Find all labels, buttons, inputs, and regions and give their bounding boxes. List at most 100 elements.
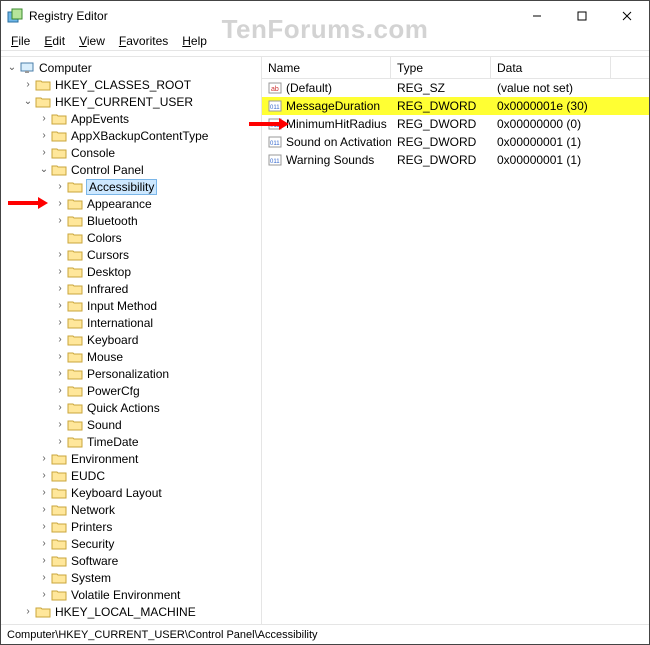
chevron-right-icon[interactable]: › [37,130,51,141]
tree-item-input-method[interactable]: ›Input Method [1,297,261,314]
maximize-button[interactable] [559,1,604,31]
chevron-right-icon[interactable]: › [21,79,35,90]
tree-item-powercfg[interactable]: ›PowerCfg [1,382,261,399]
list-rows: ab(Default)REG_SZ(value not set)011Messa… [262,79,649,169]
tree-item-system[interactable]: › System [1,569,261,586]
tree-item-keyboard-layout[interactable]: ›Keyboard Layout [1,484,261,501]
tree-item-desktop[interactable]: ›Desktop [1,263,261,280]
statusbar: Computer\HKEY_CURRENT_USER\Control Panel… [1,624,649,644]
chevron-right-icon[interactable]: › [53,402,67,413]
chevron-right-icon[interactable]: › [53,249,67,260]
chevron-right-icon[interactable]: › [53,198,67,209]
column-data[interactable]: Data [491,57,611,78]
column-type[interactable]: Type [391,57,491,78]
tree-item-colors[interactable]: Colors [1,229,261,246]
chevron-right-icon[interactable]: › [53,351,67,362]
chevron-right-icon[interactable]: › [53,181,67,192]
menu-favorites[interactable]: Favorites [113,33,174,49]
chevron-right-icon[interactable]: › [53,419,67,430]
tree-label: Quick Actions [86,401,161,415]
window-controls [514,1,649,31]
tree-item-hkey-classes-root[interactable]: ›HKEY_CLASSES_ROOT [1,76,261,93]
value-name: MinimumHitRadius [286,117,387,131]
chevron-down-icon[interactable]: ⌄ [21,96,35,107]
menu-file[interactable]: File [5,33,36,49]
chevron-right-icon[interactable]: › [37,572,51,583]
tree-item-hkey-current-user[interactable]: ⌄HKEY_CURRENT_USER [1,93,261,110]
chevron-right-icon[interactable]: › [37,487,51,498]
titlebar[interactable]: Registry Editor [1,1,649,31]
tree-item-environment[interactable]: ›Environment [1,450,261,467]
tree-label: Mouse [86,350,124,364]
menu-help[interactable]: Help [176,33,213,49]
value-data: 0x00000001 (1) [491,135,611,149]
value-row-messageduration[interactable]: 011MessageDurationREG_DWORD0x0000001e (3… [262,97,649,115]
column-name[interactable]: Name [262,57,391,78]
tree-label: Bluetooth [86,214,139,228]
tree-item-quick-actions[interactable]: › Quick Actions [1,399,261,416]
chevron-right-icon[interactable]: › [53,266,67,277]
chevron-right-icon[interactable]: › [37,470,51,481]
registry-editor-window: Registry Editor FileEditViewFavoritesHel… [0,0,650,645]
chevron-right-icon[interactable]: › [37,504,51,515]
tree-label: TimeDate [86,435,140,449]
chevron-right-icon[interactable]: › [37,521,51,532]
tree-item-mouse[interactable]: › Mouse [1,348,261,365]
tree-item-control-panel[interactable]: ⌄Control Panel [1,161,261,178]
menu-edit[interactable]: Edit [38,33,71,49]
tree-item-security[interactable]: ›Security [1,535,261,552]
chevron-right-icon[interactable]: › [37,453,51,464]
tree-item-sound[interactable]: ›Sound [1,416,261,433]
menu-view[interactable]: View [73,33,111,49]
chevron-right-icon[interactable]: › [37,589,51,600]
chevron-right-icon[interactable]: › [21,606,35,617]
tree-label: EUDC [70,469,106,483]
chevron-right-icon[interactable]: › [37,113,51,124]
value-type: REG_DWORD [391,117,491,131]
close-button[interactable] [604,1,649,31]
chevron-right-icon[interactable]: › [37,555,51,566]
chevron-right-icon[interactable]: › [53,300,67,311]
tree-item-computer[interactable]: ⌄Computer [1,59,261,76]
tree-pane[interactable]: ⌄Computer›HKEY_CLASSES_ROOT⌄HKEY_CURRENT… [1,57,262,624]
tree-item-keyboard[interactable]: ›Keyboard [1,331,261,348]
chevron-right-icon[interactable]: › [53,368,67,379]
chevron-right-icon[interactable]: › [53,215,67,226]
value-row-warning-sounds[interactable]: 011Warning SoundsREG_DWORD0x00000001 (1) [262,151,649,169]
chevron-right-icon[interactable]: › [37,538,51,549]
chevron-right-icon[interactable]: › [53,436,67,447]
tree-item-hkey-local-machine[interactable]: ›HKEY_LOCAL_MACHINE [1,603,261,620]
tree-label: AppEvents [70,112,130,126]
chevron-right-icon[interactable]: › [53,385,67,396]
svg-text:011: 011 [270,141,280,147]
chevron-down-icon[interactable]: ⌄ [37,164,51,175]
value-row-minimumhitradius[interactable]: 011MinimumHitRadiusREG_DWORD0x00000000 (… [262,115,649,133]
minimize-button[interactable] [514,1,559,31]
tree-item-network[interactable]: ›Network [1,501,261,518]
tree-item-timedate[interactable]: › TimeDate [1,433,261,450]
tree-item-personalization[interactable]: ›Personalization [1,365,261,382]
tree-item-volatile-environment[interactable]: ›Volatile Environment [1,586,261,603]
tree-item-international[interactable]: ›International [1,314,261,331]
chevron-right-icon[interactable]: › [37,147,51,158]
value-row-sound-on-activation[interactable]: 011Sound on ActivationREG_DWORD0x0000000… [262,133,649,151]
window-title: Registry Editor [29,9,514,23]
tree-label: System [70,571,112,585]
chevron-right-icon[interactable]: › [53,317,67,328]
tree-item-cursors[interactable]: › Cursors [1,246,261,263]
list-pane[interactable]: Name Type Data ab(Default)REG_SZ(value n… [262,57,649,624]
value-row--default-[interactable]: ab(Default)REG_SZ(value not set) [262,79,649,97]
tree-item-eudc[interactable]: › EUDC [1,467,261,484]
tree-item-appevents[interactable]: › AppEvents [1,110,261,127]
chevron-right-icon[interactable]: › [53,334,67,345]
tree-item-appxbackupcontenttype[interactable]: ›AppXBackupContentType [1,127,261,144]
chevron-down-icon[interactable]: ⌄ [5,62,19,73]
tree-item-console[interactable]: ›Console [1,144,261,161]
tree-item-printers[interactable]: ›Printers [1,518,261,535]
chevron-right-icon[interactable]: › [53,283,67,294]
tree-item-bluetooth[interactable]: › Bluetooth [1,212,261,229]
tree-item-software[interactable]: ›Software [1,552,261,569]
tree-item-infrared[interactable]: ›Infrared [1,280,261,297]
tree-label: Cursors [86,248,130,262]
tree-item-accessibility[interactable]: ›Accessibility [1,178,261,195]
